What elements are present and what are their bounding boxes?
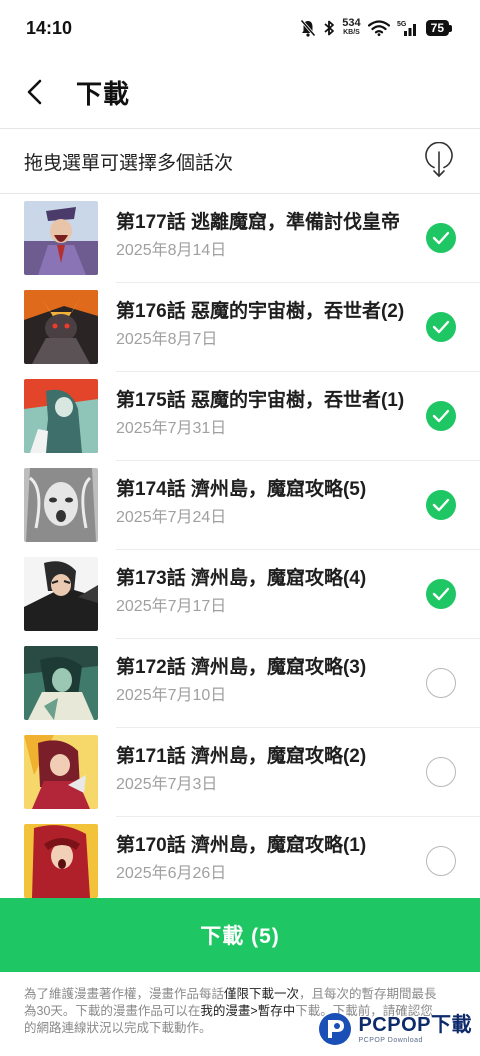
episode-row[interactable]: 第173話 濟州島，魔窟攻略(4) 2025年7月17日 [0,550,480,639]
episode-row[interactable]: 第174話 濟州島，魔窟攻略(5) 2025年7月24日 [0,461,480,550]
episode-checkbox[interactable] [426,490,456,520]
download-circle-icon [425,142,453,177]
episode-row[interactable]: 第177話 逃離魔窟，準備討伐皇帝 2025年8月14日 [0,194,480,283]
pcpop-logo-icon [319,1013,352,1045]
episode-date: 2025年7月3日 [116,776,218,793]
status-icons: 534 KB/S 5G 75 [300,17,452,37]
episode-thumbnail [24,557,98,631]
download-all-button[interactable] [422,141,456,181]
checkmark-icon [432,409,450,423]
episode-checkbox[interactable] [426,668,456,698]
episode-title: 第173話 濟州島，魔窟攻略(4) [116,568,367,589]
checkmark-icon [432,320,450,334]
episode-row[interactable]: 第176話 惡魔的宇宙樹，吞世者(2) 2025年8月7日 [0,283,480,372]
network-speed-unit: KB/S [343,29,360,36]
episode-checkbox[interactable] [426,846,456,876]
checkmark-icon [432,231,450,245]
network-speed: 534 KB/S [342,17,361,37]
episode-thumbnail [24,290,98,364]
episode-row[interactable]: 第172話 濟州島，魔窟攻略(3) 2025年7月10日 [0,639,480,728]
bluetooth-icon [323,19,335,37]
episode-thumbnail [24,824,98,898]
checkmark-icon [432,498,450,512]
episode-thumbnail [24,735,98,809]
episode-thumbnail [24,468,98,542]
back-button[interactable] [0,56,70,128]
episode-title: 第177話 逃離魔窟，準備討伐皇帝 [116,212,400,233]
wifi-icon [367,20,390,36]
episode-text: 第176話 惡魔的宇宙樹，吞世者(2) 2025年8月7日 [116,299,416,350]
header: 下載 [0,56,480,128]
episode-title: 第171話 濟州島，魔窟攻略(2) [116,746,367,767]
mute-bell-icon [300,19,316,37]
episode-text: 第170話 濟州島，魔窟攻略(1) 2025年6月26日 [116,833,416,884]
status-bar: 14:10 534 KB/S 5G 75 [0,0,480,56]
episode-thumbnail [24,201,98,275]
watermark-main: PCPOP下載 [358,1013,472,1036]
episode-title: 第174話 濟州島，魔窟攻略(5) [116,479,367,500]
episode-checkbox[interactable] [426,757,456,787]
episode-text: 第175話 惡魔的宇宙樹，吞世者(1) 2025年7月31日 [116,388,416,439]
episode-checkbox[interactable] [426,401,456,431]
back-arrow-icon [27,79,42,105]
episode-date: 2025年6月26日 [116,865,227,882]
episode-text: 第172話 濟州島，魔窟攻略(3) 2025年7月10日 [116,655,416,706]
episode-date: 2025年7月24日 [116,509,227,526]
episode-title: 第175話 惡魔的宇宙樹，吞世者(1) [116,390,405,411]
episode-row[interactable]: 第170話 濟州島，魔窟攻略(1) 2025年6月26日 [0,817,480,898]
episode-date: 2025年7月17日 [116,598,227,615]
episode-row[interactable]: 第171話 濟州島，魔窟攻略(2) 2025年7月3日 [0,728,480,817]
episode-date: 2025年8月7日 [116,331,218,348]
episode-row[interactable]: 第175話 惡魔的宇宙樹，吞世者(1) 2025年7月31日 [0,372,480,461]
checkmark-icon [432,587,450,601]
episode-thumbnail [24,379,98,453]
page-title: 下載 [76,78,131,109]
network-speed-value: 534 [342,17,361,29]
watermark: PCPOP下載 PCPOP Download [318,1012,472,1046]
episode-checkbox[interactable] [426,223,456,253]
episode-text: 第174話 濟州島，魔窟攻略(5) 2025年7月24日 [116,477,416,528]
notice-text-1: 為了維護漫畫著作權，漫畫作品每話 [24,987,225,1001]
battery-level: 75 [425,20,449,36]
episode-text: 第171話 濟州島，魔窟攻略(2) 2025年7月3日 [116,744,416,795]
notice-highlight-once: 僅限下載一次 [224,987,300,1001]
episode-checkbox[interactable] [426,312,456,342]
episode-date: 2025年7月31日 [116,420,227,437]
episode-title: 第170話 濟州島，魔窟攻略(1) [116,835,367,856]
battery-icon: 75 [425,20,452,36]
episode-text: 第173話 濟州島，魔窟攻略(4) 2025年7月17日 [116,566,416,617]
episode-date: 2025年8月14日 [116,242,227,259]
hint-row: 拖曳選單可選擇多個話次 [0,129,480,193]
episode-text: 第177話 逃離魔窟，準備討伐皇帝 2025年8月14日 [116,210,416,261]
episode-list: 第177話 逃離魔窟，準備討伐皇帝 2025年8月14日 第176話 惡魔的宇宙… [0,194,480,898]
hint-text: 拖曳選單可選擇多個話次 [24,152,234,174]
episode-title: 第176話 惡魔的宇宙樹，吞世者(2) [116,301,405,322]
episode-date: 2025年7月10日 [116,687,227,704]
download-button[interactable]: 下載 (5) [0,898,480,972]
watermark-sub: PCPOP Download [358,1036,423,1044]
cellular-signal-icon: 5G [397,19,419,37]
battery-tip [449,24,452,32]
notice-highlight-path[interactable]: 我的漫畫>暫存中 [200,1004,295,1018]
episode-thumbnail [24,646,98,720]
status-time: 14:10 [26,17,73,38]
signal-label: 5G [397,21,407,28]
episode-checkbox[interactable] [426,579,456,609]
episode-title: 第172話 濟州島，魔窟攻略(3) [116,657,367,678]
